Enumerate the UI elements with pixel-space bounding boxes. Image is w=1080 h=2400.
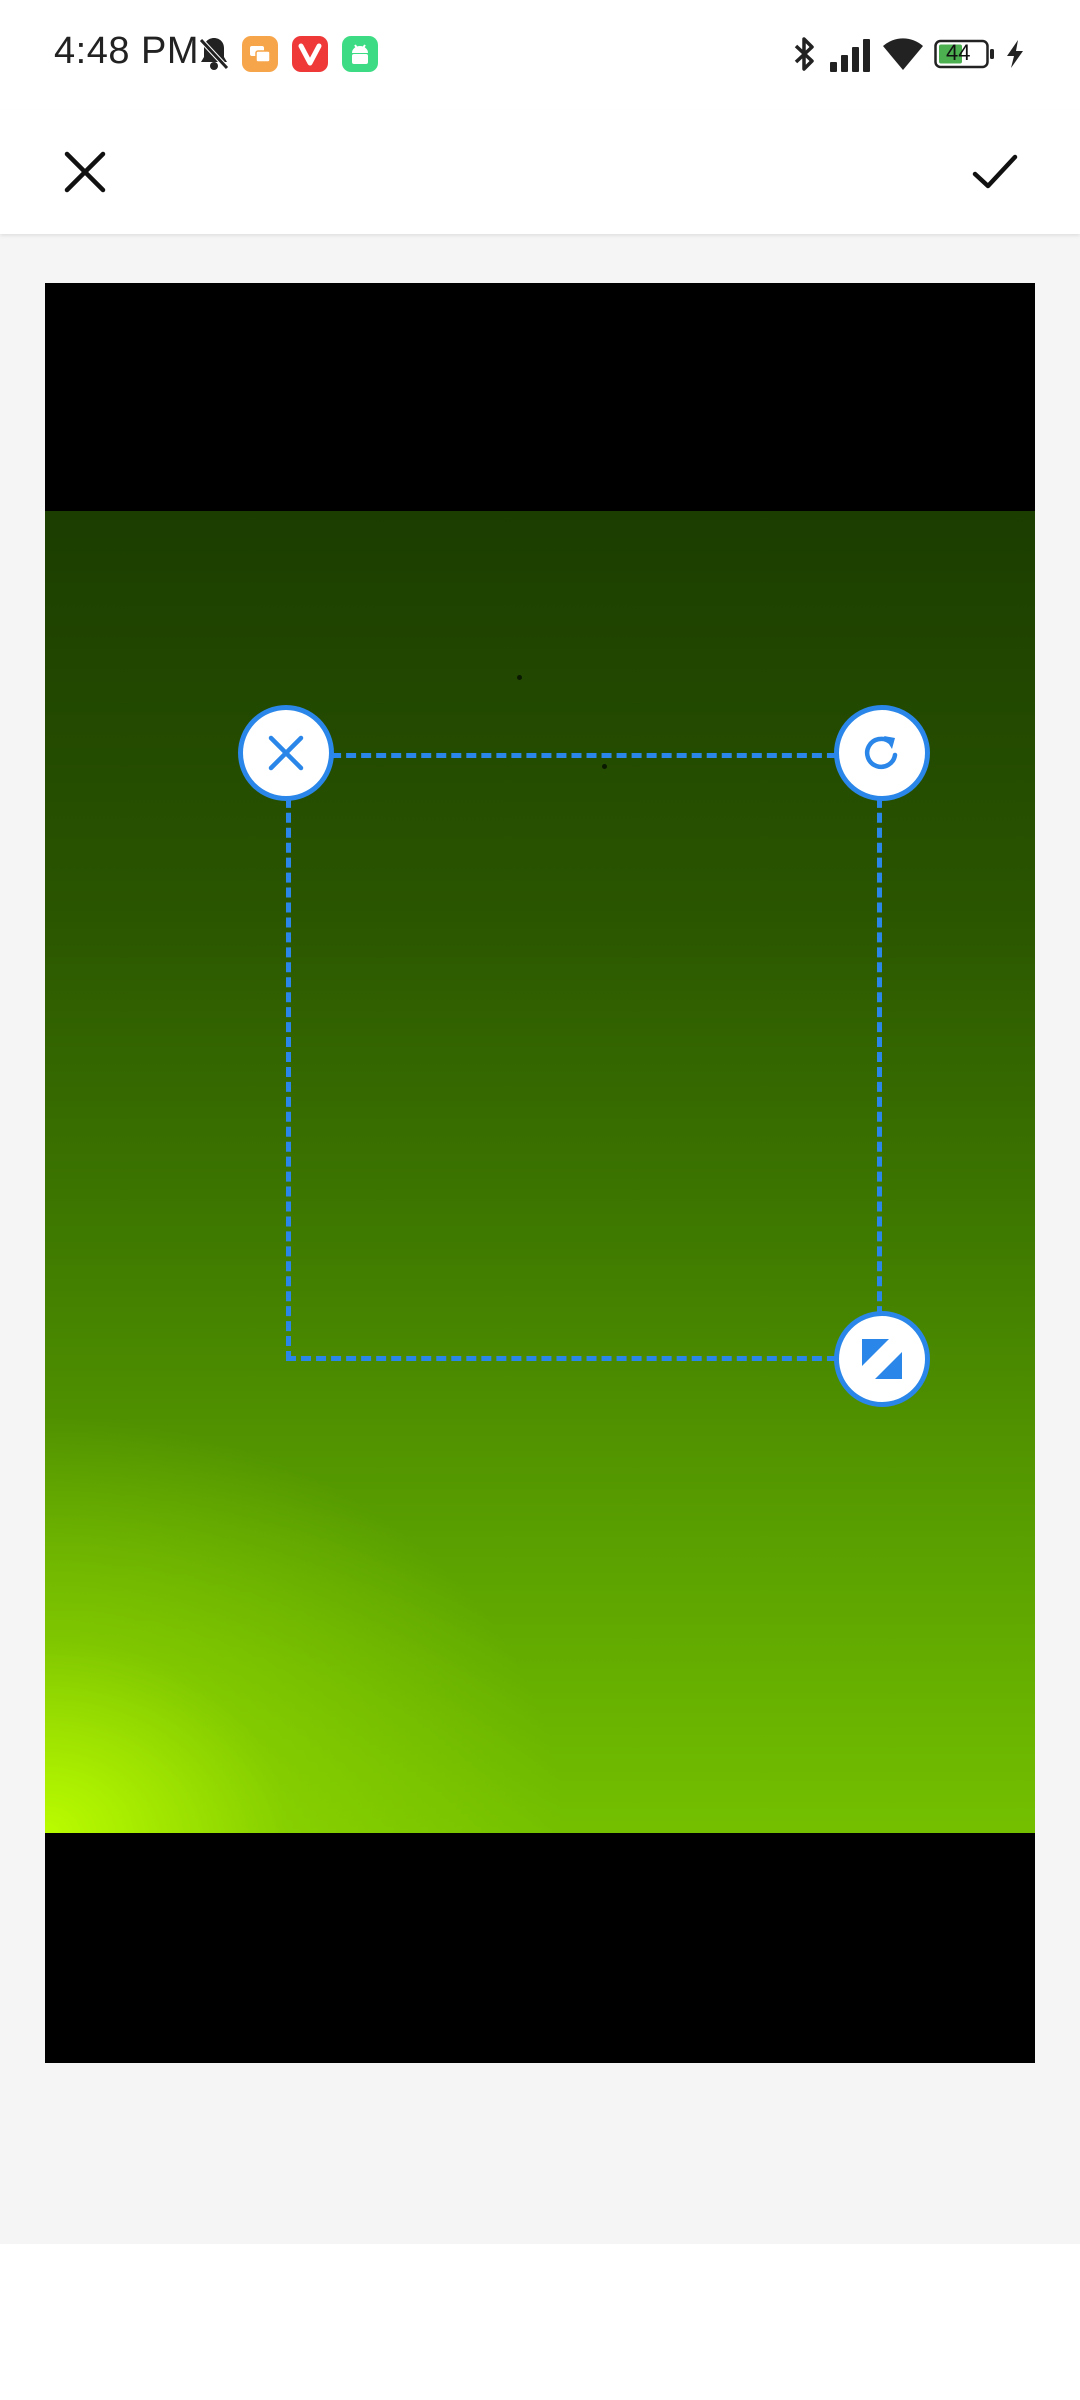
charging-icon <box>1004 38 1026 75</box>
delete-handle[interactable] <box>238 705 334 801</box>
photo-speck <box>517 675 522 680</box>
battery-icon: 44 <box>934 38 996 75</box>
battery-level: 44 <box>946 40 971 65</box>
rotate-icon <box>864 736 898 770</box>
selection-box[interactable] <box>286 753 882 1361</box>
close-icon <box>64 151 106 193</box>
check-icon <box>972 154 1018 189</box>
screen: 4:48 PM 44 <box>0 0 1080 2400</box>
close-icon <box>268 735 304 771</box>
signal-icon <box>828 38 874 77</box>
chat-app-icon <box>242 36 278 72</box>
close-button[interactable] <box>43 130 127 214</box>
editor-canvas <box>0 234 1080 2244</box>
bottom-bar <box>0 2244 1080 2400</box>
silent-bell-icon <box>196 34 232 79</box>
resize-icon <box>862 1339 902 1379</box>
editor-toolbar <box>0 110 1080 234</box>
wifi-icon <box>882 36 924 77</box>
rotate-handle[interactable] <box>834 705 930 801</box>
resize-handle[interactable] <box>834 1311 930 1407</box>
bluetooth-icon <box>790 34 818 79</box>
confirm-button[interactable] <box>953 130 1037 214</box>
status-bar: 4:48 PM 44 <box>0 0 1080 110</box>
status-time: 4:48 PM <box>54 30 200 72</box>
android-app-icon <box>342 36 378 72</box>
vivaldi-app-icon <box>292 36 328 72</box>
